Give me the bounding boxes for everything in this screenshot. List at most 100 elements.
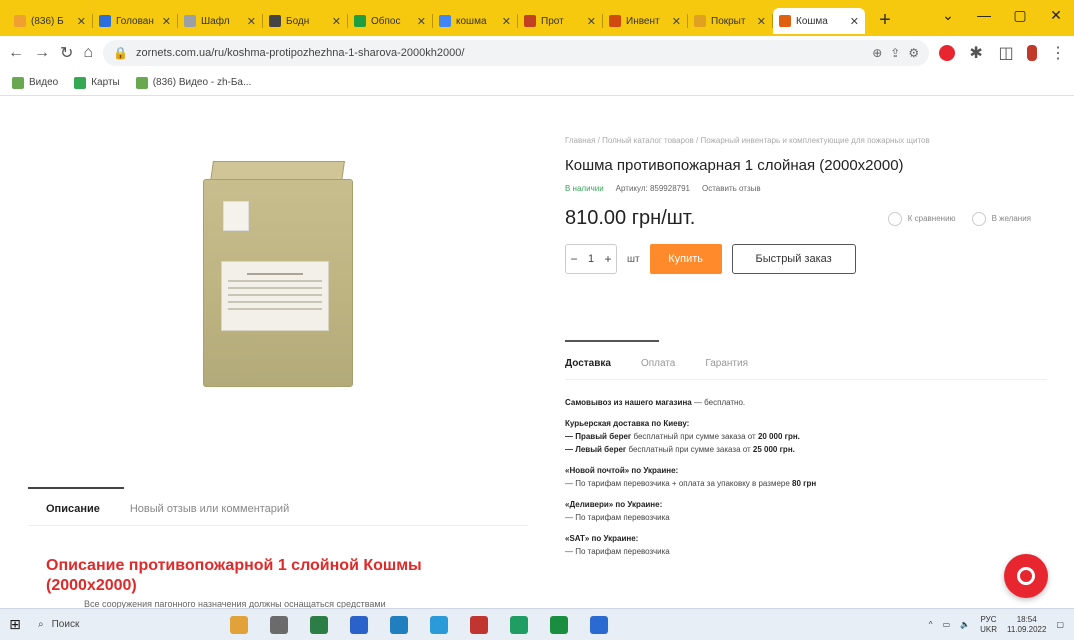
close-icon[interactable]: ✕ [502,15,511,28]
browser-tab[interactable]: Инвент ✕ [603,8,687,34]
browser-tab[interactable]: Обпос ✕ [348,8,432,34]
adblock-extension-icon[interactable] [939,45,956,61]
quantity-input[interactable]: 1 [582,253,600,265]
tab-payment[interactable]: Оплата [641,358,675,369]
extension-icon[interactable]: ⚙ [908,46,919,60]
product-image[interactable] [28,116,528,486]
taskbar-app-icon[interactable] [470,615,488,634]
bookmark-item[interactable]: Видео [12,76,58,89]
tab-search-chevron-icon[interactable]: ⌄ [930,7,966,24]
system-tray: ^ ▭ 🔈 РУС UKR 18:54 11.09.2022 ▢ [929,615,1074,635]
left-bank-line: — Левый берег бесплатный при сумме заказ… [565,445,795,454]
taskbar-search[interactable]: ⌕ Поиск [30,609,190,641]
tab-description[interactable]: Описание [28,487,124,525]
language-indicator[interactable]: РУС UKR [980,615,997,635]
tab-title: Кошма [796,15,828,27]
home-icon[interactable]: ⌂ [83,44,93,62]
pickup-line: Самовывоз из нашего магазина — бесплатно… [565,398,746,407]
forward-arrow-icon[interactable]: → [34,44,50,62]
browser-tab[interactable]: Голован ✕ [93,8,177,34]
browser-tab[interactable]: (836) Б ✕ [8,8,92,34]
profile-avatar[interactable] [1027,45,1038,61]
taskbar-app-icon[interactable] [310,615,328,634]
bag-sticker [223,201,249,231]
product-price: 810.00 грн/шт. [565,207,696,229]
search-icon: ⌕ [38,619,44,630]
new-tab-button[interactable]: + [871,9,899,32]
close-icon[interactable]: ✕ [332,15,341,28]
install-icon[interactable]: ⊕ [872,46,882,60]
bookmark-item[interactable]: (836) Видео - zh-Ба... [135,76,251,89]
back-arrow-icon[interactable]: ← [8,44,24,62]
tab-title: Шафл [201,15,230,27]
wishlist-button[interactable]: В желания [971,211,1031,226]
clock[interactable]: 18:54 11.09.2022 [1007,615,1046,635]
close-window-icon[interactable]: ✕ [1038,7,1074,24]
minimize-icon[interactable]: — [966,7,1002,23]
maximize-icon[interactable]: ▢ [1002,7,1038,24]
minus-button[interactable]: − [566,252,582,266]
taskbar-app-icon[interactable] [430,615,448,634]
close-icon[interactable]: ✕ [587,15,596,28]
tab-warranty[interactable]: Гарантия [705,358,748,369]
buy-row: − 1 + шт Купить Быстрый заказ [565,244,1047,274]
taskbar-app-icon[interactable] [350,615,368,634]
leave-review-link[interactable]: Оставить отзыв [702,184,761,193]
close-icon[interactable]: ✕ [247,15,256,28]
close-icon[interactable]: ✕ [417,15,426,28]
close-icon[interactable]: ✕ [162,15,171,28]
tab-title: (836) Б [31,15,64,27]
compare-button[interactable]: К сравнению [887,211,956,226]
taskbar-app-icon[interactable] [590,615,608,634]
fire-blanket-bag-image [203,161,353,387]
browser-tab[interactable]: Шафл ✕ [178,8,262,34]
tab-favicon-icon [609,15,621,27]
url-text[interactable]: zornets.com.ua/ru/koshma-protipozhezhna-… [136,47,864,59]
menu-kebab-icon[interactable]: ⋮ [1049,43,1067,63]
tab-new-review[interactable]: Новый отзыв или комментарий [130,503,289,525]
quick-order-button[interactable]: Быстрый заказ [731,244,856,274]
sku: Артикул: 859928791 [615,184,690,193]
taskbar-app-icon[interactable] [510,615,528,634]
share-icon[interactable]: ⇪ [890,46,900,60]
compare-label: К сравнению [907,214,956,223]
taskbar-app-icon[interactable] [270,615,288,634]
delivery-tabs: Доставка Оплата Гарантия [565,340,1047,380]
windows-start-icon[interactable]: ⊞ [0,616,30,633]
tab-title: Инвент [626,15,660,27]
notifications-icon[interactable]: ▢ [1056,620,1064,629]
browser-tab[interactable]: Бодн ✕ [263,8,347,34]
browser-tab[interactable]: Прот ✕ [518,8,602,34]
plus-button[interactable]: + [600,252,616,266]
close-icon[interactable]: ✕ [757,15,766,28]
browser-tab-active[interactable]: Кошма ✕ [773,8,865,34]
lock-icon[interactable]: 🔒 [113,46,128,60]
tab-favicon-icon [524,15,536,27]
browser-tab[interactable]: кошма ✕ [433,8,517,34]
unit-label: шт [627,253,640,265]
delivery-panel: Доставка Оплата Гарантия Самовывоз из на… [545,340,1047,608]
close-icon[interactable]: ✕ [77,15,86,28]
puzzle-extensions-icon[interactable]: ✱ [967,43,985,63]
bookmark-favicon-icon [74,76,87,89]
stock-status: В наличии [565,184,604,193]
buy-button[interactable]: Купить [649,244,722,274]
network-icon[interactable]: ▭ [943,620,951,629]
tab-title: Обпос [371,15,401,27]
taskbar-app-icon[interactable] [390,615,408,634]
volume-icon[interactable]: 🔈 [960,620,970,629]
taskbar-app-icon[interactable] [550,615,568,634]
bookmark-item[interactable]: Карты [74,76,120,89]
close-icon[interactable]: ✕ [672,15,681,28]
browser-tab[interactable]: Покрыт ✕ [688,8,772,34]
taskbar-app-icon[interactable] [230,615,248,634]
chat-widget-button[interactable] [1004,554,1048,598]
sidepanel-icon[interactable]: ◫ [997,43,1015,63]
close-icon[interactable]: ✕ [850,15,859,28]
tab-favicon-icon [269,15,281,27]
reload-icon[interactable]: ↻ [60,43,73,63]
address-bar[interactable]: 🔒 zornets.com.ua/ru/koshma-protipozhezhn… [103,40,930,66]
tray-chevron-icon[interactable]: ^ [929,620,933,629]
breadcrumb[interactable]: Главная / Полный каталог товаров / Пожар… [565,136,1047,145]
tab-delivery[interactable]: Доставка [565,358,611,369]
